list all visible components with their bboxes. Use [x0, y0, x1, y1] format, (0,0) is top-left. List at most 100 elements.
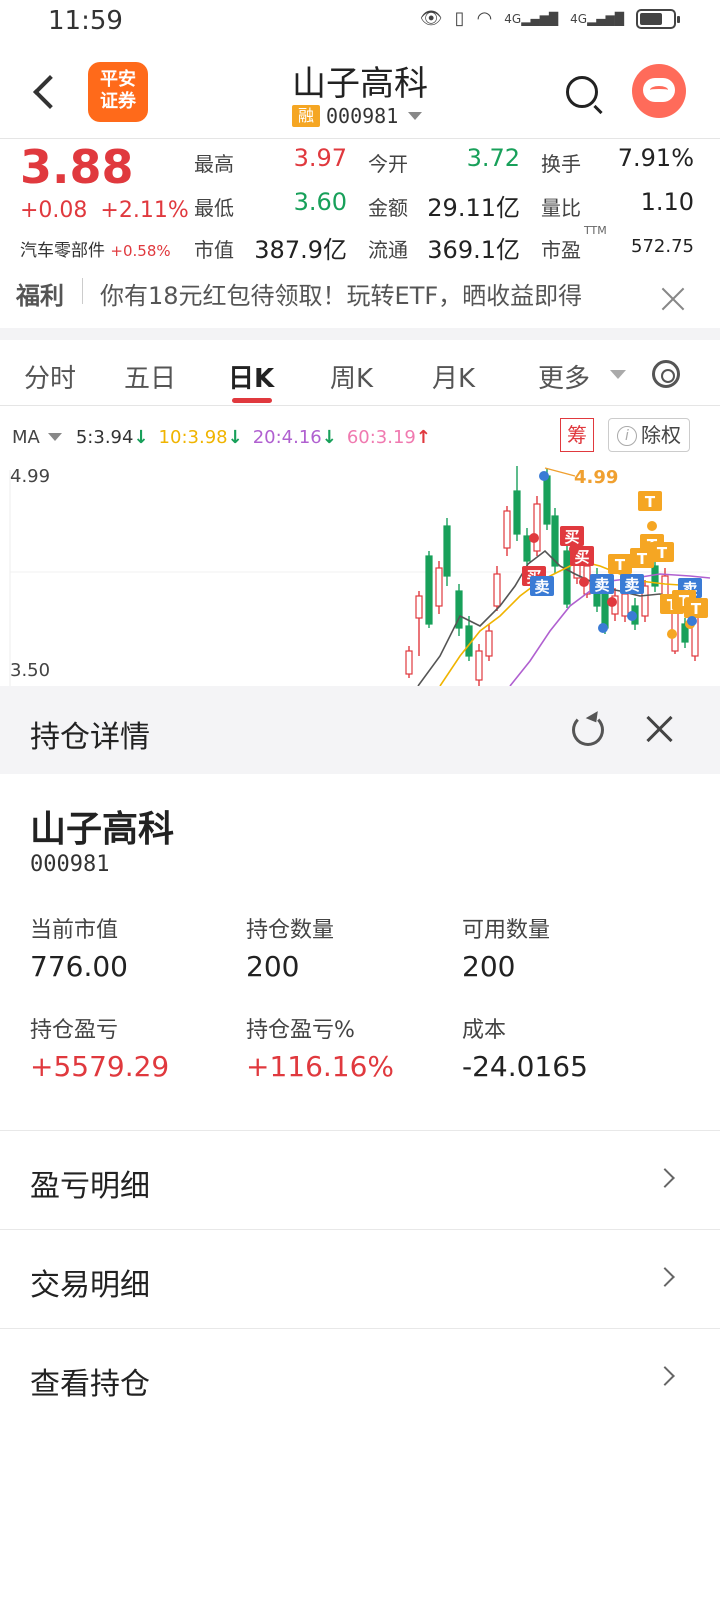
holding-name: 山子高科 [30, 809, 175, 850]
margin-badge: 融 [292, 105, 320, 127]
candle-body [601, 590, 609, 629]
metric-label: 成本 [462, 1018, 507, 1043]
welfare-banner[interactable]: 福利 你有18元红包待领取！玩转ETF，晒收益即得 [0, 270, 720, 328]
app-screen: 11:59 👁 ▯ ◠ 4G▂▄▆█ 4G▂▄▆█ 平安 证券 山子高科 融 0… [0, 0, 720, 1600]
chevron-down-icon[interactable] [610, 370, 626, 379]
ma5-line [417, 549, 691, 686]
metric-value: +5579.29 [30, 1050, 170, 1083]
candle-body [493, 573, 501, 607]
kline-chart[interactable]: 4.99 3.50 4.99 买买买卖卖卖卖TTTTTTTT [0, 456, 720, 686]
settings-icon[interactable] [652, 360, 680, 388]
quote-value: 3.72 [466, 144, 520, 172]
position-panel-header: 持仓详情 [0, 686, 720, 774]
trade-dot [539, 471, 549, 481]
stock-code: 000981 [326, 104, 399, 128]
candle-body [563, 550, 571, 605]
list-item-label: 盈亏明细 [30, 1169, 150, 1204]
status-bar: 11:59 👁 ▯ ◠ 4G▂▄▆█ 4G▂▄▆█ [0, 0, 720, 44]
sector-name: 汽车零部件 [20, 241, 105, 261]
t-marker-label: T [691, 600, 702, 618]
ma-value: 5:3.94↓ [75, 426, 149, 448]
chip-distribution-button[interactable]: 筹 [560, 418, 594, 452]
refresh-icon[interactable] [572, 714, 604, 746]
arrow-down-icon: ↓ [133, 426, 149, 448]
ma-value: 20:4.16↓ [252, 426, 337, 448]
t-marker-label: T [637, 550, 648, 568]
chevron-down-icon[interactable] [47, 433, 62, 441]
close-icon[interactable] [660, 286, 686, 312]
quote-label: 金额 [368, 196, 408, 220]
stock-code-selector[interactable]: 融 000981 [292, 104, 423, 128]
quote-label: 最低 [194, 196, 234, 220]
candle-body [523, 535, 531, 562]
ex-rights-label: 除权 [641, 423, 681, 447]
ma-value: 60:3.19↑ [346, 426, 431, 448]
battery-icon [636, 8, 680, 29]
stock-title: 山子高科 [292, 64, 428, 104]
max-marker-line [544, 467, 576, 477]
position-panel-title: 持仓详情 [30, 720, 150, 755]
chart-tabs: 分时 五日 日K 周K 月K 更多 [0, 340, 720, 406]
ttm-label: TTM [584, 224, 607, 237]
candle-body [425, 555, 433, 625]
tab-more[interactable]: 更多 [538, 358, 590, 395]
arrow-down-icon: ↓ [321, 426, 337, 448]
quote-value: 387.9亿 [254, 236, 347, 264]
tab-five-day[interactable]: 五日 [124, 358, 176, 395]
price-change: +0.08 +2.11% [20, 198, 189, 223]
quote-value: 572.75 [631, 236, 694, 257]
metric-label: 可用数量 [462, 918, 551, 943]
tab-weekly-k[interactable]: 周K [330, 358, 373, 395]
close-icon[interactable] [644, 714, 674, 744]
quote-value: 1.10 [640, 188, 694, 216]
candle-body [533, 503, 541, 552]
vibrate-icon: ▯ [454, 8, 465, 29]
tab-daily-k[interactable]: 日K [228, 358, 274, 395]
active-tab-indicator [232, 398, 272, 403]
candle-body [475, 650, 483, 681]
pnl-detail-link[interactable]: 盈亏明细 [0, 1131, 720, 1229]
ma-label[interactable]: MA [12, 427, 40, 448]
ma-value: 10:3.98↓ [158, 426, 243, 448]
tab-intraday[interactable]: 分时 [24, 358, 76, 395]
quote-label: 市盈 [541, 238, 581, 262]
tab-monthly-k[interactable]: 月K [432, 358, 475, 395]
chevron-right-icon [655, 1168, 675, 1188]
current-price: 3.88 [20, 140, 134, 194]
metric-value: 776.00 [30, 950, 128, 983]
signal-icon-1: 4G▂▄▆█ [504, 11, 559, 26]
welfare-text: 你有18元红包待领取！玩转ETF，晒收益即得 [100, 282, 583, 310]
quote-label: 最高 [194, 152, 234, 176]
candle-body [485, 630, 493, 657]
metric-value: 200 [246, 950, 300, 983]
candle-body [543, 475, 551, 525]
eye-icon: 👁 [419, 8, 443, 29]
list-item-label: 交易明细 [30, 1268, 150, 1303]
candle-body [443, 525, 451, 577]
trade-detail-link[interactable]: 交易明细 [0, 1230, 720, 1328]
trade-dot [529, 533, 539, 543]
quote-label: 流通 [368, 238, 408, 262]
view-holdings-link[interactable]: 查看持仓 [0, 1329, 720, 1427]
change-amount: +0.08 [20, 198, 88, 223]
metric-label: 持仓盈亏 [30, 1018, 119, 1043]
t-marker-label: T [615, 556, 626, 574]
sector-link[interactable]: 汽车零部件 +0.58% [20, 236, 171, 261]
trade-dot [687, 616, 697, 626]
candle-body [435, 567, 443, 607]
search-icon[interactable] [566, 76, 598, 108]
ma-legend: MA 5:3.94↓ 10:3.98↓ 20:4.16↓ 60:3.19↑ [12, 424, 431, 450]
quote-label: 换手 [541, 152, 581, 176]
trade-dot [627, 611, 637, 621]
quote-value: 3.97 [293, 144, 347, 172]
chevron-down-icon [408, 112, 423, 120]
holding-code: 000981 [30, 852, 110, 877]
candle-body [415, 595, 423, 619]
assistant-avatar[interactable] [632, 64, 686, 118]
trade-dot [647, 521, 657, 531]
candle-body [503, 510, 511, 549]
quote-label: 市值 [194, 238, 234, 262]
quote-value: 3.60 [293, 188, 347, 216]
ex-rights-button[interactable]: i 除权 [608, 418, 690, 452]
info-icon: i [617, 426, 637, 446]
